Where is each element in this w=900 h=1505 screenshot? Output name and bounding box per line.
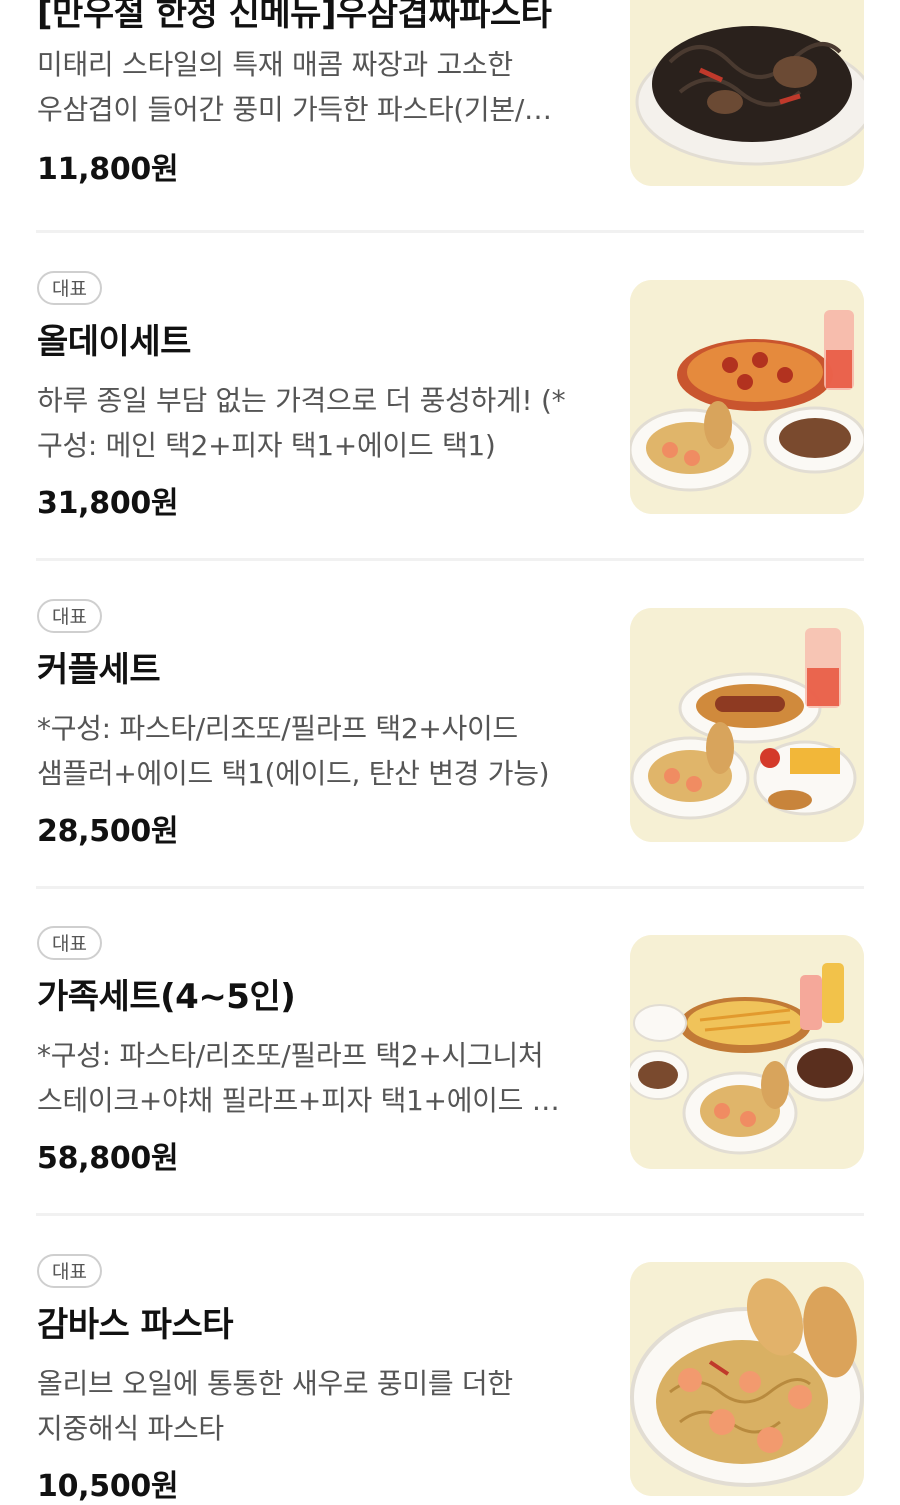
jjajang-pasta-photo[interactable] [630,0,864,186]
menu-item-description: *구성: 파스타/리조또/필라프 택2+사이드 샘플러+에이드 택1(에이드, … [37,712,550,790]
allday-set-photo[interactable] [630,280,864,514]
signature-badge: 대표 [37,926,102,960]
item-divider [36,1213,864,1216]
menu-item-description: 올리브 오일에 통통한 새우로 풍미를 더한 지중해식 파스타 [37,1367,513,1445]
signature-badge: 대표 [37,1254,102,1288]
menu-item-name: [만우절 한정 신메뉴]우삼겹짜파스타 [37,0,552,34]
menu-item-price: 58,800원 [37,1141,179,1176]
menu-item-price: 10,500원 [37,1469,179,1504]
menu-item-description: 미태리 스타일의 특재 매콤 짜장과 고소한 우삼겹이 들어간 풍미 가득한 파… [37,48,552,126]
item-divider [36,558,864,561]
menu-item-name: 감바스 파스타 [37,1305,234,1345]
menu-item-name: 올데이세트 [37,322,191,362]
menu-item-name: 가족세트(4~5인) [37,977,296,1017]
couple-set-photo[interactable] [630,608,864,842]
signature-badge: 대표 [37,599,102,633]
menu-item-price: 28,500원 [37,814,179,849]
menu-item-description: *구성: 파스타/리조또/필라프 택2+시그니처 스테이크+야채 필라프+피자 … [37,1039,560,1117]
menu-item-name: 커플세트 [37,650,161,690]
item-divider [36,230,864,233]
menu-item-price: 31,800원 [37,486,179,521]
menu-item-description: 하루 종일 부담 없는 가격으로 더 풍성하게! (*구성: 메인 택2+피자 … [37,384,566,462]
item-divider [36,886,864,889]
family-set-photo[interactable] [630,935,864,1169]
menu-item-price: 11,800원 [37,152,179,187]
gambas-pasta-photo[interactable] [630,1262,864,1496]
signature-badge: 대표 [37,271,102,305]
